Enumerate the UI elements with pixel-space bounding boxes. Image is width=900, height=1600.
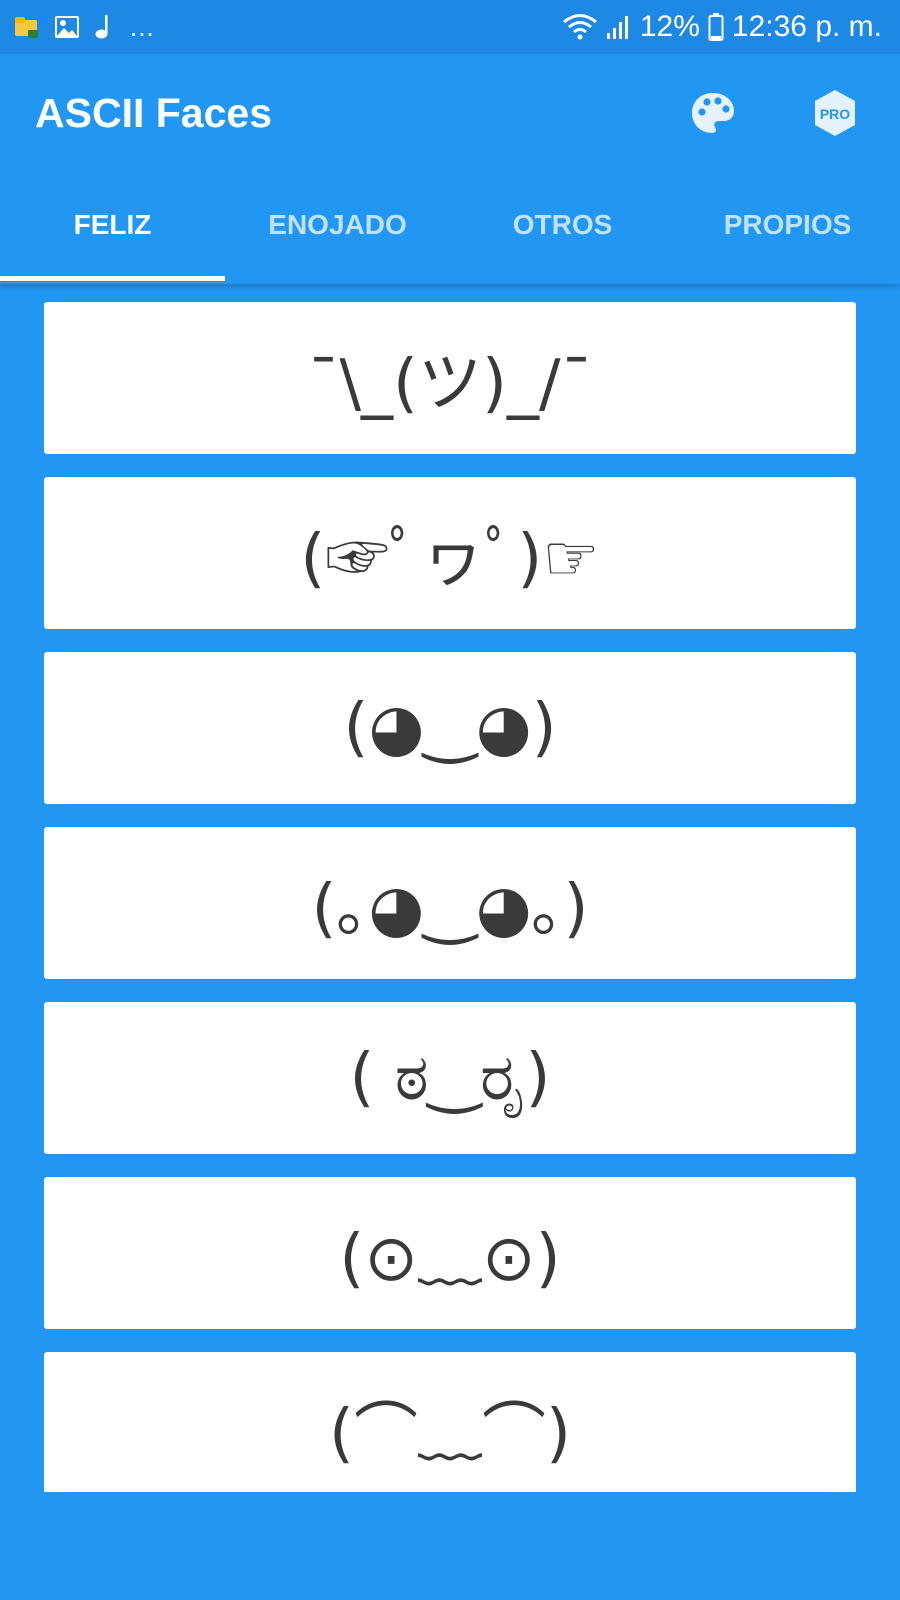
tab-feliz[interactable]: FELIZ: [0, 199, 225, 281]
face-card[interactable]: (◕‿◕): [44, 652, 856, 804]
face-card[interactable]: (☞ﾟヮﾟ)☞: [44, 477, 856, 629]
pro-upgrade-button[interactable]: PRO: [812, 88, 858, 138]
face-text: (◕‿◕): [343, 691, 557, 765]
music-note-icon: [94, 13, 116, 41]
palette-icon: [692, 93, 734, 133]
status-bar: ... 12% 12:36 p. m.: [0, 0, 900, 54]
tab-enojado[interactable]: ENOJADO: [225, 199, 450, 281]
notification-icons: ...: [14, 12, 155, 43]
app-bar: ASCII Faces PRO FELIZ ENOJADO OTROS PROP…: [0, 54, 900, 284]
image-icon: [54, 14, 80, 40]
face-card[interactable]: (｡◕‿◕｡): [44, 827, 856, 979]
category-tabs: FELIZ ENOJADO OTROS PROPIOS: [0, 199, 900, 281]
face-text: ¯\_(ツ)_/¯: [307, 347, 593, 421]
face-card[interactable]: (⊙﹏⊙): [44, 1177, 856, 1329]
pro-badge-icon: PRO: [815, 90, 855, 136]
system-status: 12% 12:36 p. m.: [562, 10, 882, 44]
clock: 12:36 p. m.: [731, 10, 882, 43]
tab-propios[interactable]: PROPIOS: [675, 199, 900, 281]
face-text: ( ಠ‿ರೃ): [349, 1041, 551, 1115]
more-notifications: ...: [130, 11, 155, 42]
battery-percentage: 12%: [639, 10, 700, 43]
tab-otros[interactable]: OTROS: [450, 199, 675, 281]
theme-palette-button[interactable]: [690, 90, 736, 136]
battery-icon: [708, 13, 724, 41]
wifi-icon: [562, 12, 598, 42]
face-text: (☞ﾟヮﾟ)☞: [300, 522, 600, 596]
face-text: (｡◕‿◕｡): [311, 872, 589, 946]
face-card[interactable]: (⌒﹏⌒): [44, 1352, 856, 1492]
pro-badge-label: PRO: [820, 106, 850, 122]
signal-icon: [606, 13, 632, 41]
face-card[interactable]: ¯\_(ツ)_/¯: [44, 302, 856, 454]
face-text: (⊙﹏⊙): [339, 1222, 561, 1296]
folder-icon: [14, 14, 40, 40]
faces-list[interactable]: ¯\_(ツ)_/¯ (☞ﾟヮﾟ)☞ (◕‿◕) (｡◕‿◕｡) ( ಠ‿ರೃ) …: [44, 302, 856, 1492]
face-card[interactable]: ( ಠ‿ರೃ): [44, 1002, 856, 1154]
face-text: (⌒﹏⌒): [329, 1397, 571, 1471]
app-title: ASCII Faces: [35, 90, 272, 136]
